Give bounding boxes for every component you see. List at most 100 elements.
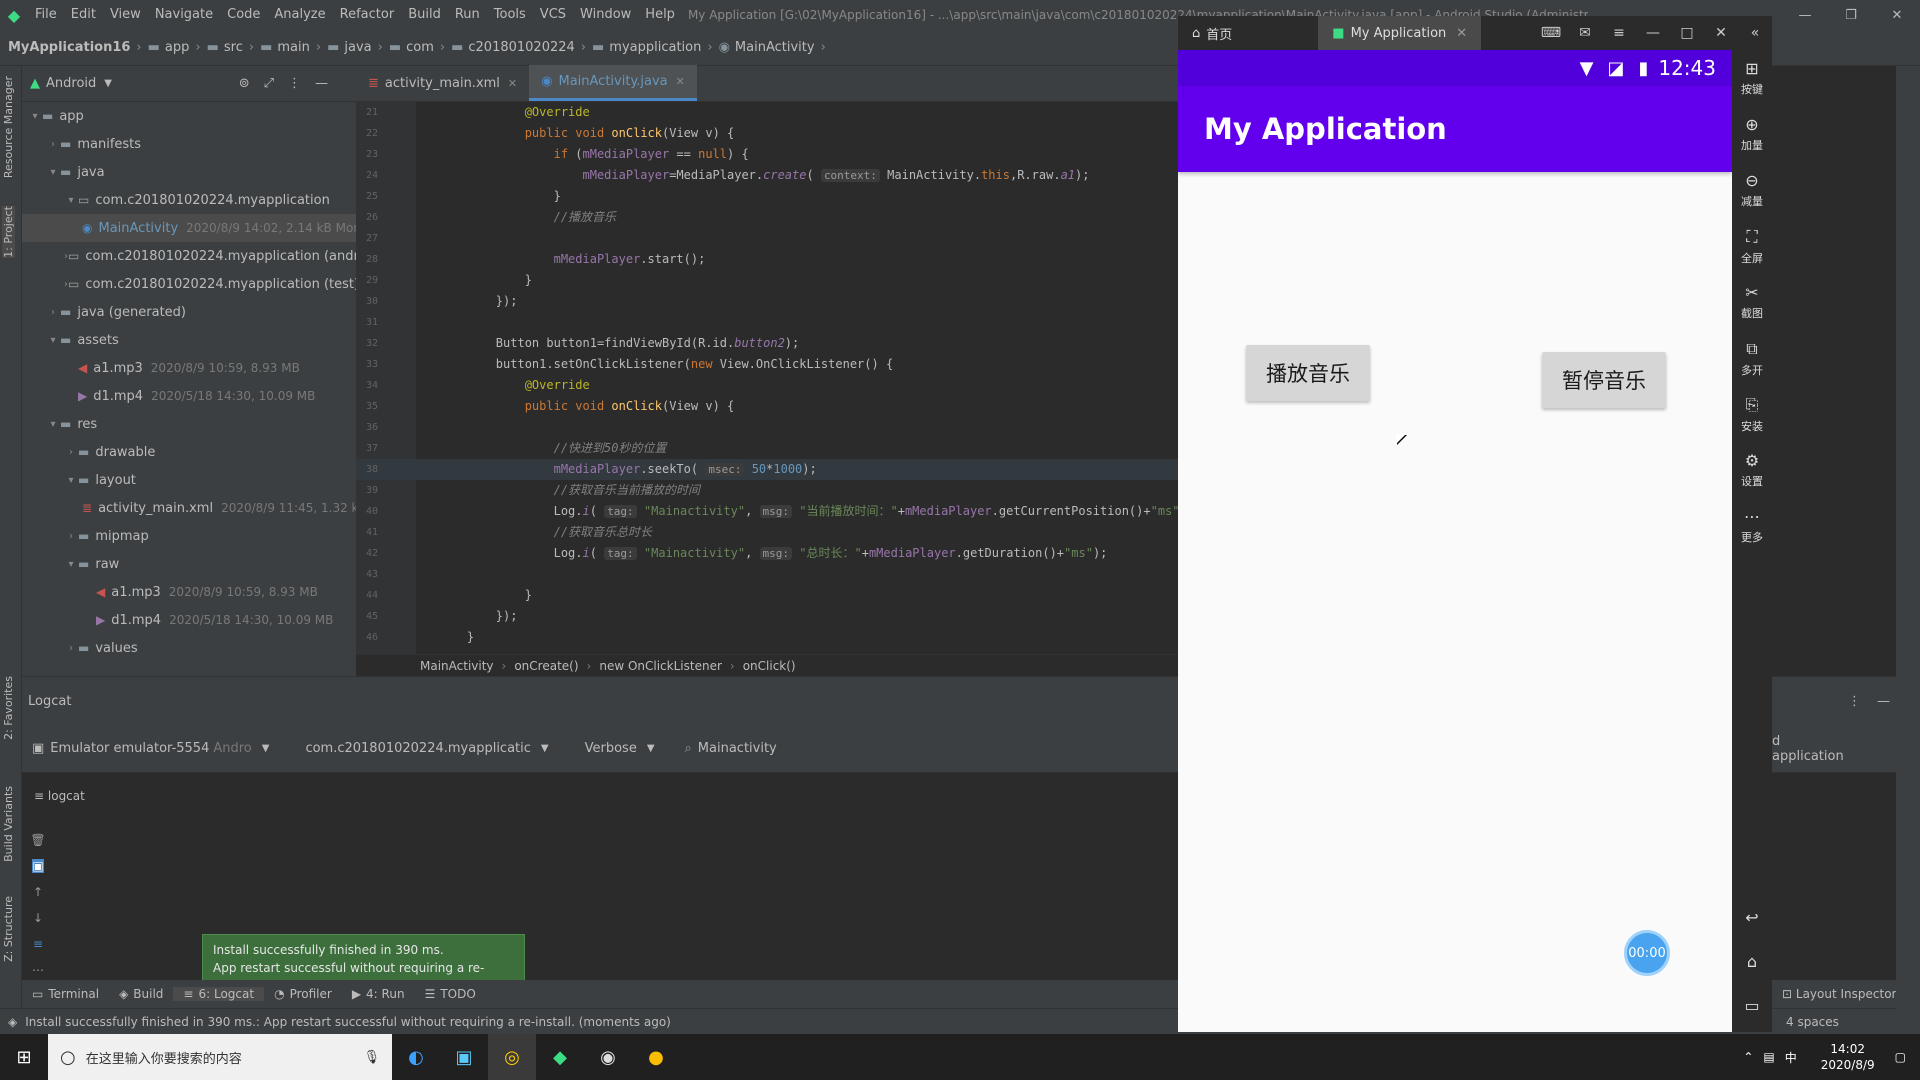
code-line[interactable]: 23 if (mMediaPlayer == null) { — [356, 144, 1178, 165]
code-crumb-item[interactable]: onClick() — [743, 659, 796, 673]
tree-item-java[interactable]: ▾ ▬ java — [22, 158, 356, 186]
menu-item-code[interactable]: Code — [220, 0, 267, 30]
bottom-tab-profiler[interactable]: ◔ Profiler — [264, 987, 342, 1001]
mail-icon[interactable]: ✉ — [1568, 16, 1602, 50]
emulator-icon[interactable]: ◉ — [584, 1034, 632, 1080]
collapse-icon[interactable]: « — [1738, 16, 1772, 50]
chevron-down-icon[interactable]: ▾ — [28, 111, 42, 122]
code-line[interactable]: 36 — [356, 417, 1178, 438]
indent-setting[interactable]: 4 spaces — [1786, 1015, 1839, 1029]
menu-item-window[interactable]: Window — [573, 0, 638, 30]
resource-manager-tab[interactable]: Resource Manager — [2, 76, 15, 178]
taskbar-clock[interactable]: 14:02 2020/8/9 — [1821, 1041, 1875, 1073]
menu-icon[interactable]: ≡ — [1602, 16, 1636, 50]
tree-item-d1-mp4[interactable]: ▶ d1.mp4 2020/5/18 14:30, 10.09 MB — [22, 382, 356, 410]
emulator-side-button[interactable]: ⚙ 设置 — [1732, 442, 1772, 498]
emulator-side-button[interactable]: ✂ 截图 — [1732, 274, 1772, 330]
bottom-tab-todo[interactable]: ☰ TODO — [415, 987, 486, 1001]
play-music-button[interactable]: 播放音乐 — [1246, 345, 1370, 401]
code-line[interactable]: 25 } — [356, 186, 1178, 207]
tree-item-drawable[interactable]: › ▬ drawable — [22, 438, 356, 466]
breadcrumb-item[interactable]: ▬ myapplication › — [592, 40, 719, 55]
code-line[interactable]: 43 — [356, 564, 1178, 585]
chevron-down-icon[interactable]: ▾ — [46, 335, 60, 346]
editor-tab-activity-main-xml[interactable]: ≣ activity_main.xml ✕ — [356, 65, 529, 101]
recorder-icon[interactable]: ◎ — [488, 1034, 536, 1080]
emulator-side-button[interactable]: ⊞ 按键 — [1732, 50, 1772, 106]
tree-item-mipmap[interactable]: › ▬ mipmap — [22, 522, 356, 550]
tree-item-manifests[interactable]: › ▬ manifests — [22, 130, 356, 158]
code-line[interactable]: 40 Log.i( tag: "Mainactivity", msg: "当前播… — [356, 501, 1194, 522]
tree-item-com-c201801020224-myapplication-androidtest-[interactable]: ›▭com.c201801020224.myapplication (andro… — [22, 242, 356, 270]
code-crumb-item[interactable]: onCreate() — [514, 659, 578, 673]
chevron-down-icon[interactable]: ▼ — [104, 78, 112, 89]
code-line[interactable]: 27 — [356, 228, 1178, 249]
code-line[interactable]: 41 //获取音乐总时长 — [356, 522, 1178, 543]
emulator-side-button[interactable]: ⛶ 全屏 — [1732, 218, 1772, 274]
code-line[interactable]: 34 @Override — [356, 375, 1178, 396]
editor-tab-mainactivity-java[interactable]: ◉ MainActivity.java ✕ — [529, 65, 697, 101]
back-icon[interactable]: ↩ — [1732, 896, 1772, 940]
code-line[interactable]: 30 }); — [356, 291, 1178, 312]
emulator-side-button[interactable]: ⊖ 减量 — [1732, 162, 1772, 218]
bottom-tab-build[interactable]: ◈ Build — [109, 987, 173, 1001]
chevron-right-icon[interactable]: › — [64, 643, 78, 654]
tree-item-a1-mp3[interactable]: ◀ a1.mp3 2020/8/9 10:59, 8.93 MB — [22, 578, 356, 606]
android-studio-icon[interactable]: ◆ — [536, 1034, 584, 1080]
code-line[interactable]: 26 //播放音乐 — [356, 207, 1178, 228]
tree-item-assets[interactable]: ▾ ▬ assets — [22, 326, 356, 354]
menu-item-file[interactable]: File — [28, 0, 64, 30]
chevron-right-icon[interactable]: › — [64, 447, 78, 458]
project-view-selector[interactable]: Android — [46, 76, 96, 91]
chevron-down-icon[interactable]: ▾ — [64, 195, 78, 206]
build-variants-tab[interactable]: Build Variants — [2, 786, 15, 862]
chevron-right-icon[interactable]: › — [46, 307, 60, 318]
tree-item-com-c201801020224-myapplication[interactable]: ▾ ▭ com.c201801020224.myapplication — [22, 186, 356, 214]
code-line[interactable]: 39 //获取音乐当前播放的时间 — [356, 480, 1178, 501]
emulator-side-button[interactable]: ⋯ 更多 — [1732, 498, 1772, 554]
tree-item-app[interactable]: ▾ ▬ app — [22, 102, 356, 130]
code-line[interactable]: 44 } — [356, 585, 1178, 606]
breadcrumb-item[interactable]: ◉ MainActivity › — [719, 40, 832, 55]
emulator-nav-buttons[interactable]: ↩ ⌂ ▭ — [1732, 896, 1772, 1028]
menu-item-view[interactable]: View — [103, 0, 148, 30]
close-icon[interactable]: ✕ — [508, 77, 517, 90]
chevron-down-icon[interactable]: ▾ — [64, 559, 78, 570]
breadcrumb-item[interactable]: ▬ java › — [327, 40, 389, 55]
code-line[interactable]: 24 mMediaPlayer=MediaPlayer.create( cont… — [356, 165, 1178, 186]
close-icon[interactable]: ✕ — [1704, 16, 1738, 50]
close-icon[interactable]: ✕ — [1456, 26, 1467, 41]
menu-item-build[interactable]: Build — [401, 0, 448, 30]
bottom-tab-4-run[interactable]: ▶ 4: Run — [342, 987, 415, 1001]
code-line[interactable]: 32 Button button1=findViewById(R.id.butt… — [356, 333, 1178, 354]
emulator-side-button[interactable]: ⊕ 加量 — [1732, 106, 1772, 162]
tree-item-raw[interactable]: ▾ ▬ raw — [22, 550, 356, 578]
breadcrumb-item[interactable]: ▬ app › — [148, 40, 207, 55]
menu-item-run[interactable]: Run — [448, 0, 487, 30]
project-panel-actions[interactable]: ⊚⤢⋮— — [239, 76, 342, 91]
breadcrumb-item[interactable]: ▬ c201801020224 › — [451, 40, 592, 55]
code-line[interactable]: 28 mMediaPlayer.start(); — [356, 249, 1178, 270]
tree-item-values[interactable]: › ▬ values — [22, 634, 356, 662]
log-level-selector[interactable]: Verbose ▼ — [579, 741, 655, 756]
code-line[interactable]: 37 //快进到50秒的位置 — [356, 438, 1178, 459]
breadcrumb-item[interactable]: ▬ src › — [207, 40, 260, 55]
filter-config-selector[interactable]: d application ▼ — [1766, 734, 1911, 764]
taskbar-search[interactable]: ○ 在这里输入你要搜索的内容 🎙 — [48, 1034, 392, 1080]
menu-item-navigate[interactable]: Navigate — [148, 0, 220, 30]
gamepad-icon[interactable]: ⌨ — [1534, 16, 1568, 50]
emulator-tab-home[interactable]: ⌂ 首页 — [1178, 16, 1246, 50]
chrome-icon[interactable]: ● — [632, 1034, 680, 1080]
emulator-side-button[interactable]: ⧉ 多开 — [1732, 330, 1772, 386]
tree-item-activity-main-xml[interactable]: ≣ activity_main.xml 2020/8/9 11:45, 1.32 k… — [22, 494, 356, 522]
code-line[interactable]: 29 } — [356, 270, 1178, 291]
logcat-search[interactable]: ⌕ Mainactivity — [685, 741, 777, 756]
layout-inspector-tab[interactable]: ⊡ Layout Inspector — [1782, 987, 1896, 1001]
code-line[interactable]: 46 } — [356, 627, 1178, 648]
chevron-right-icon[interactable]: › — [46, 139, 60, 150]
minimize-button[interactable]: — — [1782, 0, 1828, 30]
code-line[interactable]: 33 button1.setOnClickListener(new View.O… — [356, 354, 1178, 375]
menu-item-refactor[interactable]: Refactor — [333, 0, 402, 30]
tree-item-a1-mp3[interactable]: ◀ a1.mp3 2020/8/9 10:59, 8.93 MB — [22, 354, 356, 382]
chevron-down-icon[interactable]: ▾ — [46, 419, 60, 430]
